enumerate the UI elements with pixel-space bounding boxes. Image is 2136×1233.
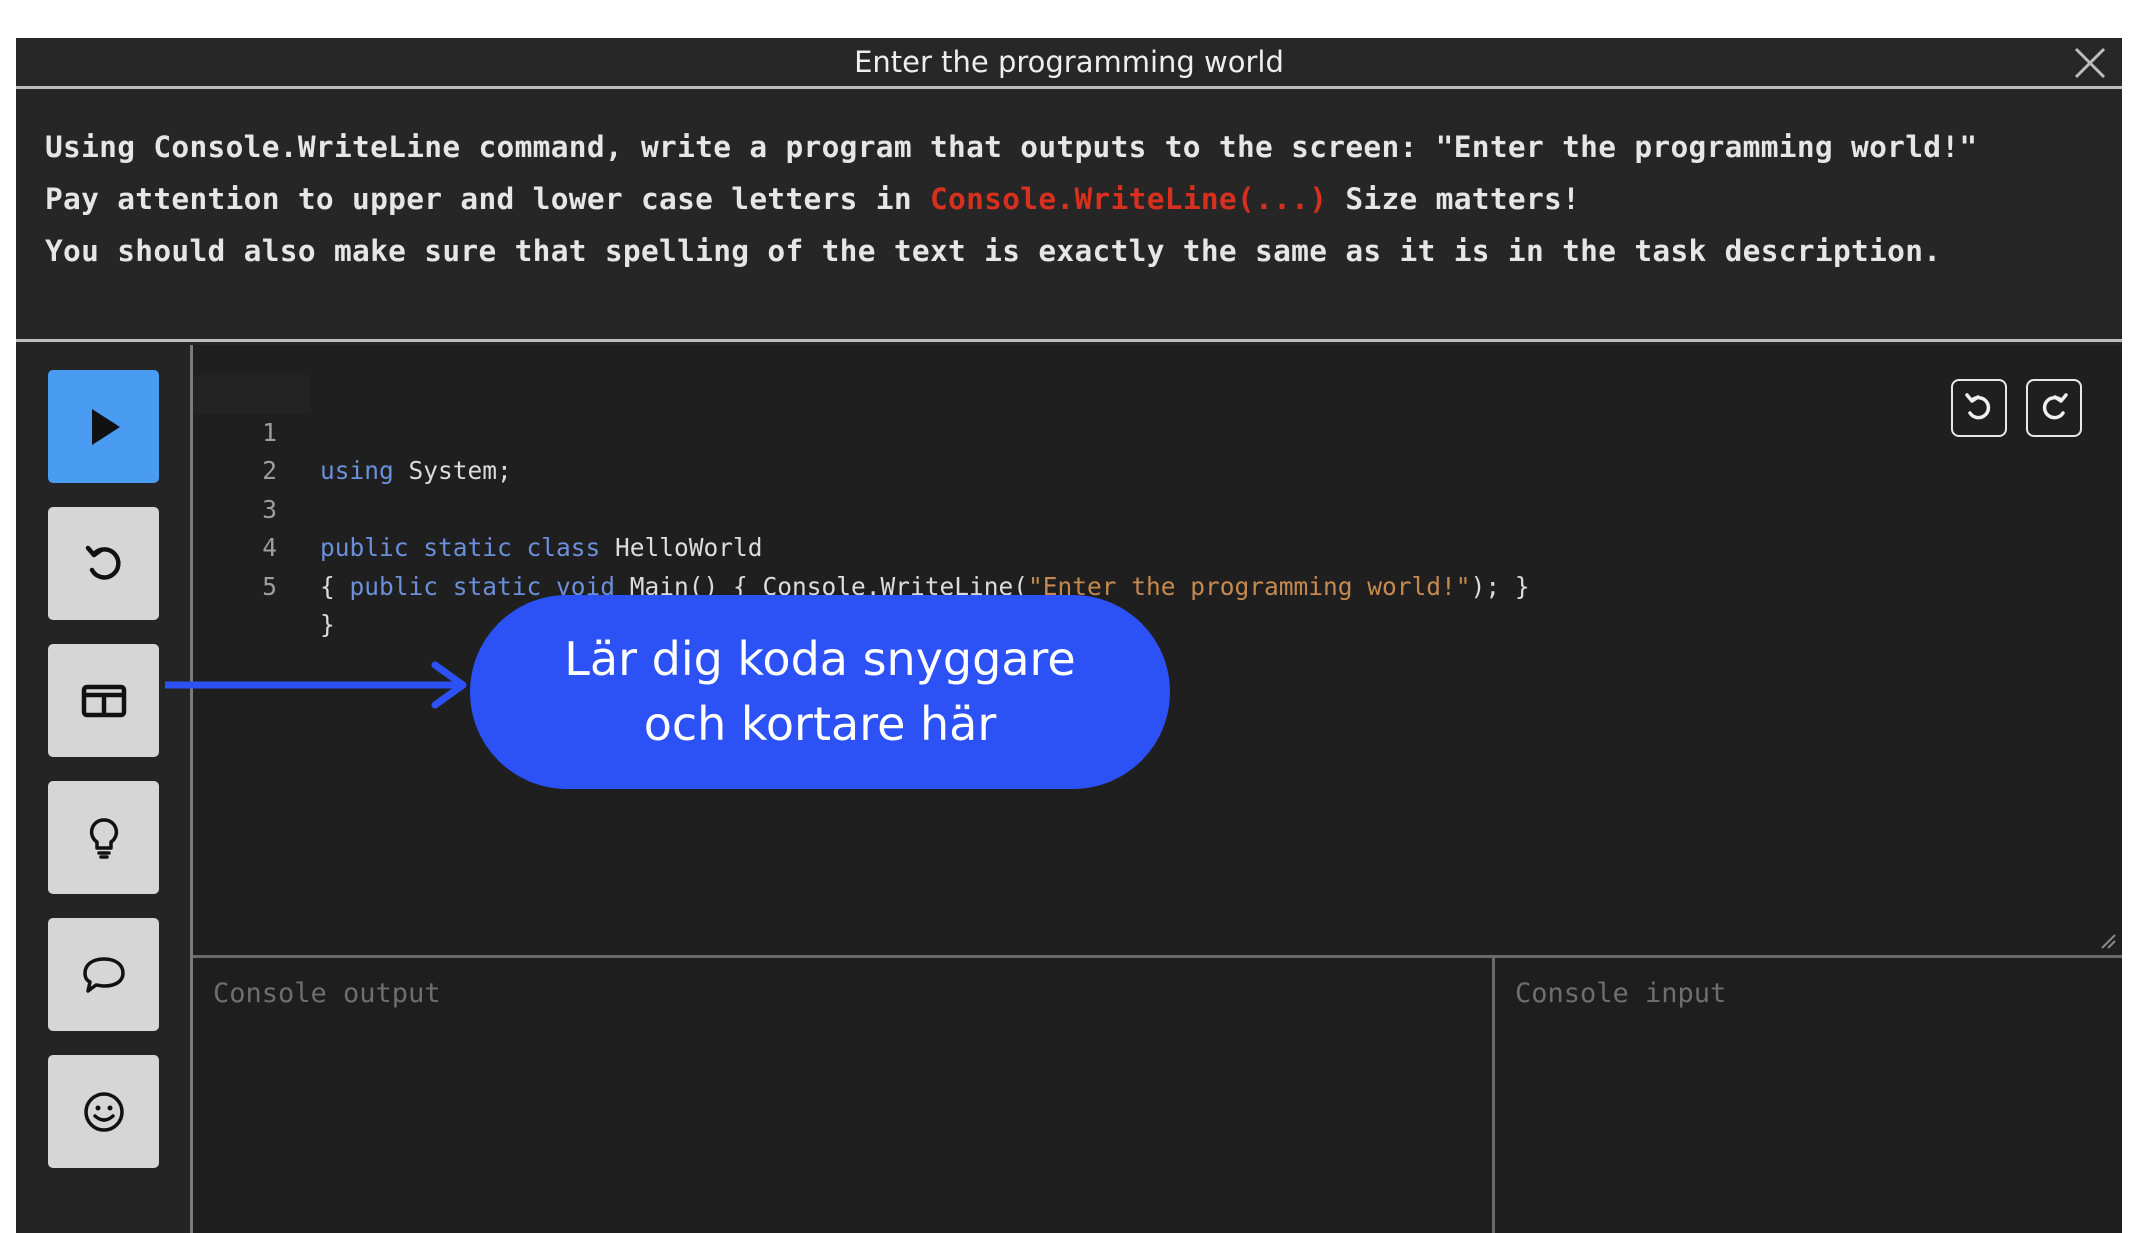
callout-line-1: Lär dig koda snyggare: [564, 632, 1076, 686]
console-output[interactable]: [193, 958, 1492, 1233]
smiley-icon: [83, 1091, 124, 1132]
code-text: System;: [393, 456, 512, 485]
code-text: HelloWorld: [600, 533, 763, 562]
task-line-2-prefix: Pay attention to upper and lower case le…: [45, 182, 930, 216]
code-line[interactable]: 2: [193, 414, 311, 485]
feedback-button[interactable]: [48, 1055, 159, 1168]
comment-button[interactable]: [48, 918, 159, 1031]
task-line-1: Using Console.WriteLine command, write a…: [45, 130, 1978, 164]
redo-icon: [2042, 393, 2068, 420]
close-icon[interactable]: [2070, 43, 2110, 83]
code-keyword: using: [320, 456, 394, 485]
title-bar: Enter the programming world: [16, 38, 2122, 89]
hint-button[interactable]: [48, 781, 159, 894]
reset-icon: [85, 545, 121, 580]
undo-button[interactable]: [1951, 379, 2007, 437]
console-input-panel: [1495, 955, 2122, 1233]
code-text: ); }: [1470, 571, 1530, 601]
code-line[interactable]: 4 { public static void Main() { Console.…: [193, 491, 1529, 601]
reset-button[interactable]: [48, 507, 159, 620]
task-line-2: Pay attention to upper and lower case le…: [45, 173, 2122, 225]
layout-button[interactable]: [48, 644, 159, 757]
code-line[interactable]: 3 public static class HelloWorld: [193, 452, 762, 563]
chat-icon: [82, 956, 125, 993]
undo-icon: [1965, 393, 1991, 420]
task-description: Using Console.WriteLine command, write a…: [16, 89, 2122, 342]
arrow-icon: [165, 661, 467, 709]
task-line-3: You should also make sure that spelling …: [45, 234, 1942, 268]
play-icon: [91, 408, 120, 445]
task-line-2-suffix: Size matters!: [1327, 182, 1581, 216]
callout-line-2: och kortare här: [643, 697, 997, 751]
promo-callout: Lär dig koda snyggare och kortare här: [470, 595, 1170, 789]
code-line[interactable]: 1 using System;: [193, 375, 512, 485]
code-text: }: [320, 610, 335, 639]
code-string: "Enter the programming world!": [1028, 571, 1471, 601]
layout-icon: [81, 684, 126, 717]
console-output-panel: [193, 955, 1495, 1233]
run-button[interactable]: [48, 370, 159, 483]
line-number: 5: [262, 571, 277, 601]
window-title: Enter the programming world: [854, 45, 1284, 79]
code-line[interactable]: 5 }: [193, 529, 335, 640]
sidebar: [16, 345, 193, 1233]
code-keyword: public static class: [320, 533, 601, 562]
console-input[interactable]: [1495, 958, 2122, 1233]
code-area[interactable]: 1 using System; 2 3 public static class …: [193, 375, 1530, 640]
redo-button[interactable]: [2026, 379, 2082, 437]
code-text: {: [320, 571, 350, 601]
lightbulb-icon: [89, 817, 118, 859]
task-highlight: Console.WriteLine(...): [929, 182, 1328, 216]
resize-handle-icon[interactable]: [2098, 931, 2116, 949]
